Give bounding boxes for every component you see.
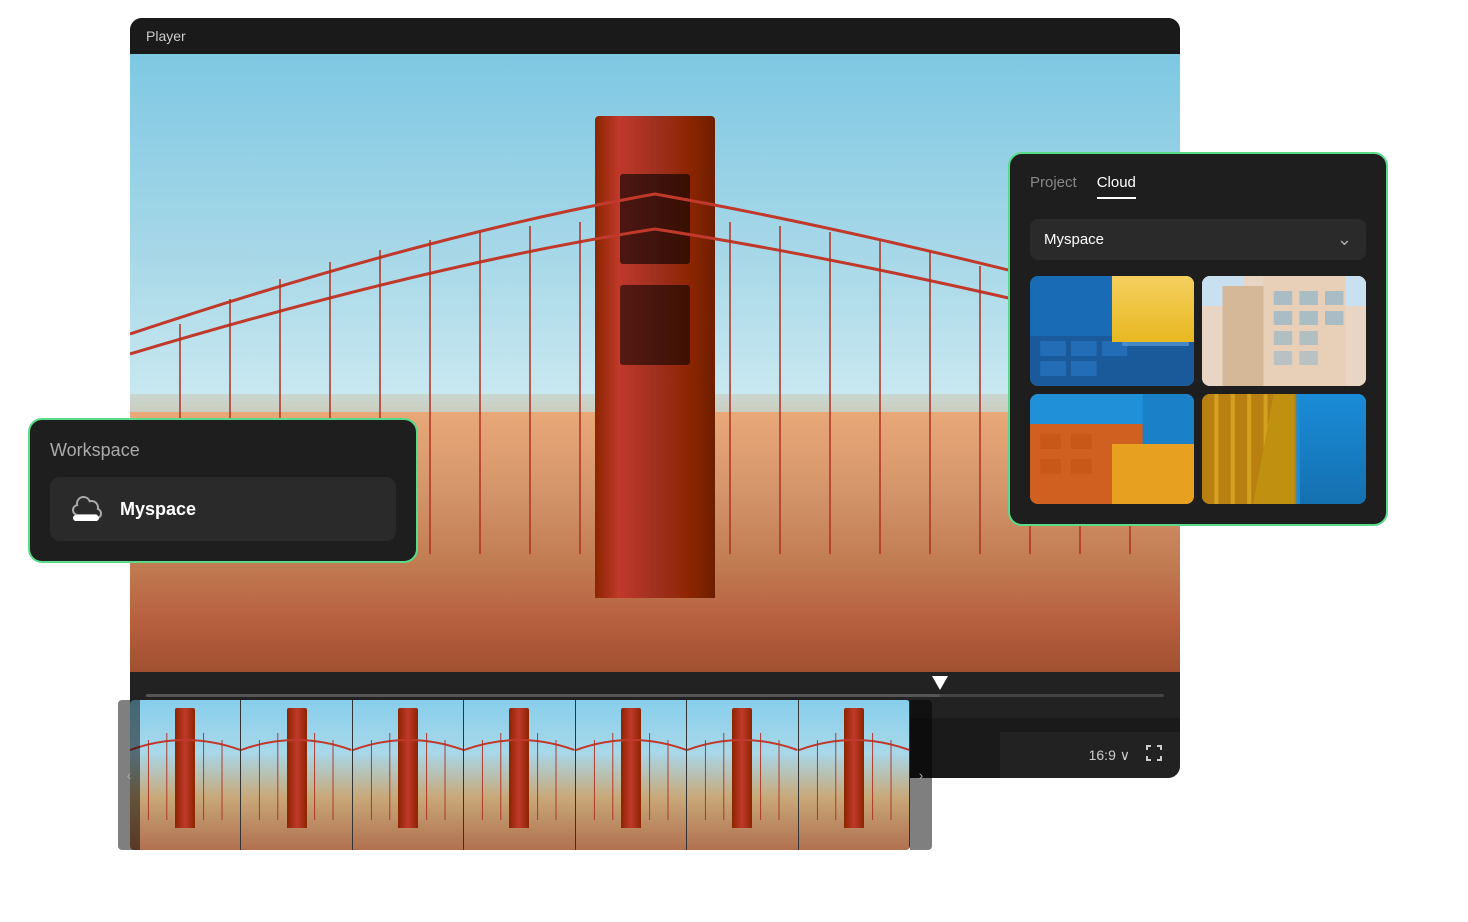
cloud-dropdown[interactable]: Myspace ⌄ <box>1030 219 1366 260</box>
workspace-item-myspace[interactable]: Myspace <box>50 477 396 541</box>
aspect-ratio-button[interactable]: 16:9 ∨ <box>1089 747 1130 764</box>
filmstrip-frame <box>464 700 575 850</box>
timeline-progress <box>146 694 940 697</box>
cloud-icon <box>68 491 104 527</box>
aspect-ratio-label: 16:9 ∨ <box>1089 747 1130 764</box>
tab-project[interactable]: Project <box>1030 174 1077 199</box>
filmstrip-frame <box>353 700 464 850</box>
player-title-bar: Player <box>130 18 1180 54</box>
filmstrip-area <box>130 700 910 850</box>
fullscreen-button[interactable] <box>1144 743 1164 768</box>
chevron-down-icon: ⌄ <box>1337 229 1352 250</box>
filmstrip-frame <box>687 700 798 850</box>
workspace-panel-title: Workspace <box>50 440 396 461</box>
workspace-item-name: Myspace <box>120 499 196 520</box>
filmstrip-arrow-left[interactable]: ‹ <box>118 700 140 850</box>
tower-window-top <box>620 174 690 264</box>
timeline-cursor <box>932 676 948 690</box>
image-cell-1[interactable] <box>1030 276 1194 386</box>
image-cell-4[interactable] <box>1202 394 1366 504</box>
player-bottom-controls: 16:9 ∨ <box>1000 732 1180 778</box>
timeline-track[interactable] <box>146 694 1164 697</box>
filmstrip-frame <box>799 700 910 850</box>
panel-tabs: Project Cloud <box>1030 174 1366 199</box>
cloud-panel: Project Cloud Myspace ⌄ <box>1008 152 1388 526</box>
tower-window-bottom <box>620 285 690 365</box>
filmstrip-arrow-right[interactable]: › <box>910 700 932 850</box>
filmstrip-frame <box>130 700 241 850</box>
bridge-tower <box>595 116 715 598</box>
tab-cloud[interactable]: Cloud <box>1097 174 1136 199</box>
player-title: Player <box>146 28 186 44</box>
dropdown-value: Myspace <box>1044 231 1104 248</box>
filmstrip-frame <box>576 700 687 850</box>
workspace-panel: Workspace Myspace <box>28 418 418 563</box>
filmstrip-frame <box>241 700 352 850</box>
image-grid <box>1030 276 1366 504</box>
image-cell-2[interactable] <box>1202 276 1366 386</box>
image-cell-3[interactable] <box>1030 394 1194 504</box>
